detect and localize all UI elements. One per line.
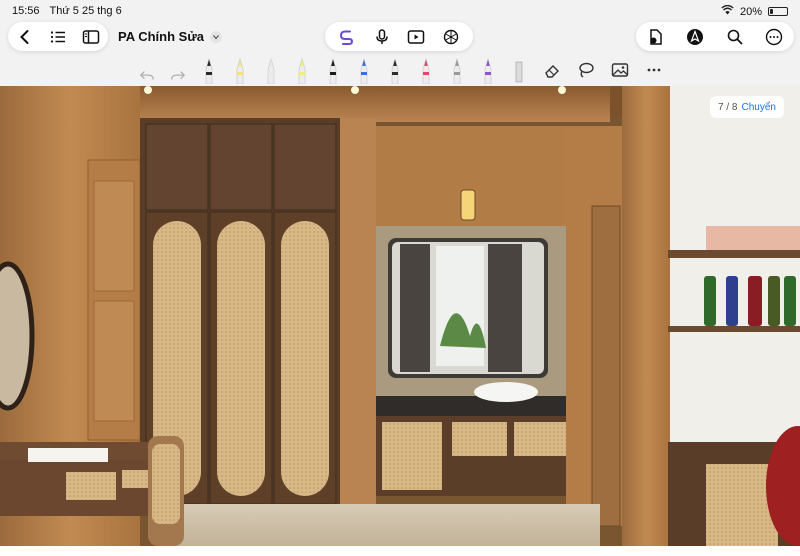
document-title-button[interactable]: PA Chính Sửa	[118, 29, 222, 44]
brush-black[interactable]	[386, 58, 404, 84]
highlighter-yellow[interactable]	[293, 58, 311, 84]
battery-percent: 20%	[739, 5, 762, 18]
lasso-icon[interactable]	[576, 60, 596, 80]
more-icon[interactable]	[764, 27, 784, 47]
bottom-strip	[0, 546, 800, 556]
pencil-yellow[interactable]	[231, 58, 249, 84]
sidebar-icon[interactable]	[81, 27, 100, 47]
pencil-white[interactable]	[262, 58, 280, 84]
marker-purple[interactable]	[479, 58, 497, 84]
undo-icon[interactable]	[138, 58, 156, 84]
chevron-down-icon	[209, 30, 222, 43]
microphone-icon[interactable]	[372, 27, 392, 47]
image-icon[interactable]	[610, 60, 630, 80]
tools-more-icon[interactable]	[644, 60, 664, 80]
marker-pink[interactable]	[417, 58, 435, 84]
redo-icon[interactable]	[169, 58, 187, 84]
back-icon[interactable]	[16, 27, 35, 47]
status-date: Thứ 5 25 thg 6	[49, 5, 122, 17]
ai-icon[interactable]	[441, 27, 461, 47]
interior-render-image	[0, 86, 800, 546]
pencil-grey[interactable]	[448, 58, 466, 84]
play-icon[interactable]	[406, 27, 426, 47]
fountain-pen[interactable]	[200, 58, 218, 84]
goodnotes-app: 15:56 Thứ 5 25 thg 6 20% PA Chính Sửa 7 …	[0, 0, 800, 556]
status-time: 15:56	[12, 5, 40, 17]
status-bar: 15:56 Thứ 5 25 thg 6 20%	[0, 0, 800, 20]
link-icon[interactable]	[337, 27, 357, 47]
search-icon[interactable]	[725, 27, 745, 47]
eraser-icon[interactable]	[542, 60, 562, 80]
pen-mode-icon[interactable]	[685, 27, 705, 47]
page-counter[interactable]: 7 / 8 Chuyển	[710, 96, 784, 118]
center-tools-pill	[325, 22, 473, 51]
document-page[interactable]	[0, 86, 800, 546]
list-icon[interactable]	[49, 27, 68, 47]
wifi-icon	[721, 4, 734, 18]
extra-tools	[542, 60, 664, 80]
nav-pill	[8, 22, 108, 51]
pen-blue[interactable]	[355, 58, 373, 84]
battery-icon	[768, 7, 788, 16]
page-number: 7 / 8	[718, 101, 738, 113]
document-title: PA Chính Sửa	[118, 29, 204, 44]
pen-toolbar	[138, 56, 528, 84]
add-page-icon[interactable]	[646, 27, 666, 47]
pen-black[interactable]	[324, 58, 342, 84]
right-tools-pill	[636, 22, 794, 51]
ruler[interactable]	[510, 58, 528, 84]
switch-page-link[interactable]: Chuyển	[741, 102, 775, 113]
